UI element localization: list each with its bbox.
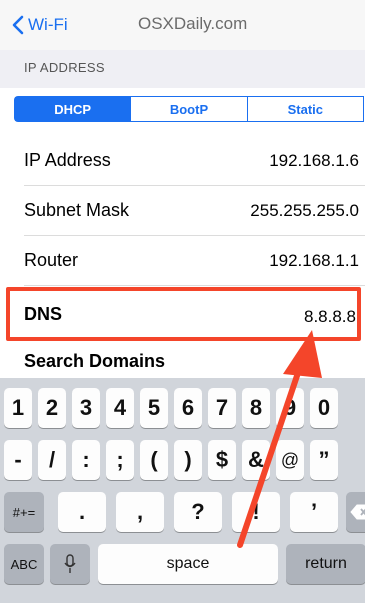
key-delete[interactable] [346,492,365,532]
back-label: Wi-Fi [28,15,68,34]
row-router[interactable]: Router 192.168.1.1 [0,236,365,286]
navigation-bar: Wi-Fi OSXDaily.com [0,0,365,50]
segment-static[interactable]: Static [248,97,364,121]
key-quote[interactable]: ” [310,440,338,480]
ip-address-field[interactable]: 192.168.1.6 [269,151,359,171]
key-exclamation[interactable]: ! [232,492,280,532]
row-label: Search Domains [24,351,166,371]
key-open-paren[interactable]: ( [140,440,168,480]
dictation-key[interactable] [50,544,90,584]
segmented-control: DHCP BootP Static [14,96,364,122]
section-header: IP ADDRESS [0,50,365,89]
segment-bootp[interactable]: BootP [131,97,248,121]
backspace-icon [350,504,365,520]
key-space[interactable]: space [98,544,278,584]
segment-dhcp[interactable]: DHCP [15,97,132,121]
row-label: Subnet Mask [24,200,130,220]
highlight-box [6,287,361,341]
key-return[interactable]: return [286,544,365,584]
key-6[interactable]: 6 [174,388,202,428]
key-3[interactable]: 3 [72,388,100,428]
key-7[interactable]: 7 [208,388,236,428]
row-label: Router [24,250,79,270]
key-dollar[interactable]: $ [208,440,236,480]
keyboard: 1 2 3 4 5 6 7 8 9 0 - / : ; ( ) $ & @ ” … [0,378,365,603]
router-field[interactable]: 192.168.1.1 [269,251,359,271]
microphone-icon [64,554,76,573]
key-4[interactable]: 4 [106,388,134,428]
back-button[interactable]: Wi-Fi [12,10,68,40]
key-8[interactable]: 8 [242,388,270,428]
key-dash[interactable]: - [4,440,32,480]
page-title: OSXDaily.com [138,14,248,33]
chevron-left-icon [12,15,24,35]
subnet-mask-field[interactable]: 255.255.255.0 [250,201,359,221]
section-header-label: IP ADDRESS [24,60,105,75]
key-abc[interactable]: ABC [4,544,44,584]
key-1[interactable]: 1 [4,388,32,428]
key-0[interactable]: 0 [310,388,338,428]
row-ip-address[interactable]: IP Address 192.168.1.6 [0,136,365,186]
row-label: IP Address [24,150,111,170]
segmented-control-container: DHCP BootP Static [0,88,365,130]
key-close-paren[interactable]: ) [174,440,202,480]
key-more-symbols[interactable]: #+= [4,492,44,532]
key-semicolon[interactable]: ; [106,440,134,480]
key-question[interactable]: ? [174,492,222,532]
divider [24,285,365,286]
key-slash[interactable]: / [38,440,66,480]
key-9[interactable]: 9 [276,388,304,428]
key-comma[interactable]: , [116,492,164,532]
key-5[interactable]: 5 [140,388,168,428]
key-2[interactable]: 2 [38,388,66,428]
key-apostrophe[interactable]: ’ [290,492,338,532]
key-at[interactable]: @ [276,440,304,480]
key-colon[interactable]: : [72,440,100,480]
key-ampersand[interactable]: & [242,440,270,480]
row-subnet-mask[interactable]: Subnet Mask 255.255.255.0 [0,186,365,236]
key-period[interactable]: . [58,492,106,532]
row-search-domains[interactable]: Search Domains [0,341,365,378]
